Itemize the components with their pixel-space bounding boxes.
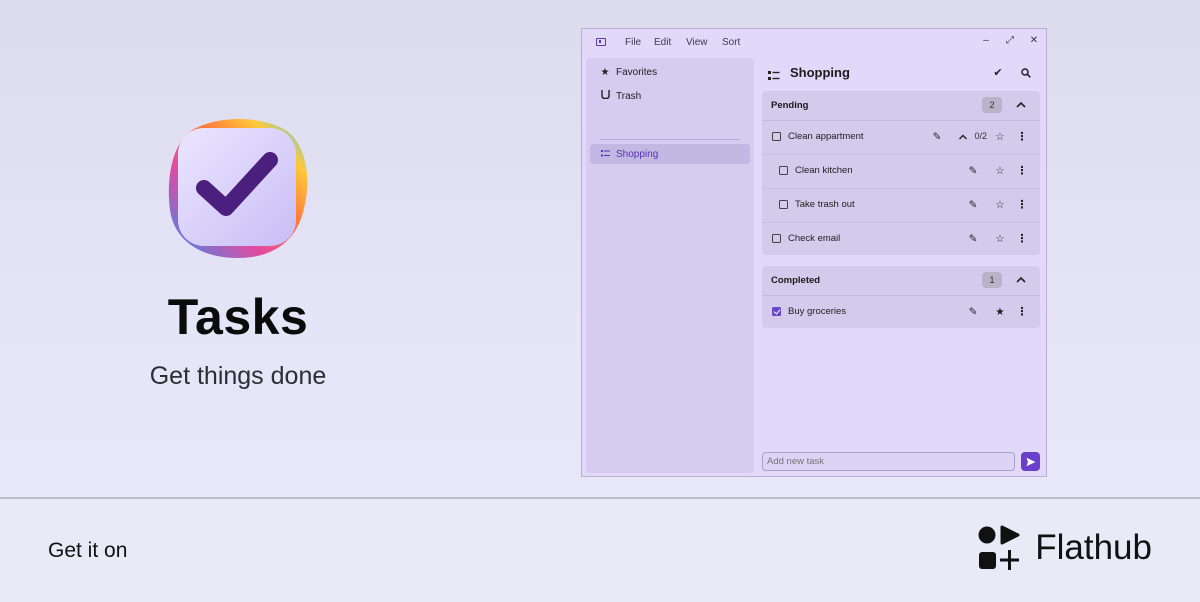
page-title: Shopping	[790, 65, 850, 80]
pending-group: Pending 2 Clean appartment ✎ 0/2 ☆ ⋮ Cle…	[762, 91, 1040, 255]
collapse-button[interactable]	[1012, 95, 1030, 115]
main-content: Shopping ✔ Pending 2 Clean appartment ✎	[760, 58, 1044, 473]
menu-edit[interactable]: Edit	[654, 37, 671, 48]
kebab-menu-icon: ⋮	[1016, 131, 1028, 143]
count-badge: 2	[982, 97, 1002, 113]
maximize-button[interactable]: ⤢	[1003, 35, 1017, 46]
sidebar-divider	[600, 139, 740, 140]
app-name: Tasks	[167, 289, 309, 345]
select-tasks-button[interactable]: ✔	[990, 65, 1006, 81]
favorite-button[interactable]: ☆	[993, 232, 1007, 246]
kebab-menu-icon: ⋮	[1016, 165, 1028, 177]
menu-sort[interactable]: Sort	[722, 37, 740, 48]
task-label: Check email	[788, 233, 841, 244]
star-outline-icon: ☆	[995, 199, 1005, 211]
minimize-button[interactable]: –	[979, 35, 993, 46]
group-title: Pending	[771, 100, 809, 111]
list-icon	[596, 149, 614, 160]
more-options-button[interactable]: ⋮	[1015, 198, 1029, 212]
task-label: Clean appartment	[788, 131, 864, 142]
app-tagline: Get things done	[149, 362, 327, 390]
star-outline-icon: ☆	[995, 165, 1005, 177]
task-label: Clean kitchen	[795, 165, 853, 176]
sidebar-toggle-icon[interactable]	[596, 38, 606, 46]
collapse-button[interactable]	[1012, 270, 1030, 290]
edit-button[interactable]: ✎	[966, 164, 980, 178]
checkmark-icon: ✔	[993, 67, 1003, 79]
chevron-up-icon	[1016, 276, 1026, 283]
more-options-button[interactable]: ⋮	[1015, 232, 1029, 246]
send-icon	[1026, 457, 1035, 466]
pencil-icon: ✎	[968, 306, 978, 318]
pencil-icon: ✎	[968, 233, 978, 245]
trash-icon	[596, 90, 614, 102]
list-icon	[768, 68, 780, 86]
task-row[interactable]: Clean appartment ✎ 0/2 ☆ ⋮	[762, 121, 1040, 155]
task-label: Buy groceries	[788, 306, 847, 317]
star-outline-icon: ☆	[995, 131, 1005, 143]
chevron-up-icon	[959, 134, 967, 140]
group-header: Pending 2	[762, 91, 1040, 121]
favorite-button[interactable]: ☆	[993, 164, 1007, 178]
subtask-row[interactable]: Clean kitchen ✎ ☆ ⋮	[762, 155, 1040, 189]
kebab-menu-icon: ⋮	[1016, 199, 1028, 211]
sidebar-item-trash[interactable]: Trash	[590, 86, 750, 106]
favorite-button[interactable]: ☆	[993, 198, 1007, 212]
completed-group: Completed 1 Buy groceries ✎ ★ ⋮	[762, 266, 1040, 328]
task-checkbox[interactable]	[779, 200, 788, 209]
app-window: File Edit View Sort – ⤢ ✕ ★ Favorites Tr…	[581, 28, 1047, 477]
search-button[interactable]	[1018, 65, 1034, 81]
more-options-button[interactable]: ⋮	[1015, 305, 1029, 319]
edit-button[interactable]: ✎	[966, 232, 980, 246]
sidebar-item-label: Shopping	[616, 148, 659, 160]
sidebar-item-shopping[interactable]: Shopping	[590, 144, 750, 164]
store-banner: Get it on Flathub	[0, 497, 1200, 602]
edit-button[interactable]: ✎	[966, 198, 980, 212]
group-title: Completed	[771, 275, 821, 286]
sidebar: ★ Favorites Trash Shopping	[586, 58, 754, 473]
pencil-icon: ✎	[968, 165, 978, 177]
new-task-input[interactable]	[762, 452, 1015, 471]
task-checkbox[interactable]	[772, 234, 781, 243]
task-checkbox[interactable]	[772, 307, 781, 316]
chevron-up-icon	[1016, 101, 1026, 108]
flathub-logo-icon	[978, 525, 1020, 570]
task-checkbox[interactable]	[772, 132, 781, 141]
task-checkbox[interactable]	[779, 166, 788, 175]
favorite-button[interactable]: ☆	[993, 130, 1007, 144]
task-label: Take trash out	[795, 199, 855, 210]
pencil-icon: ✎	[932, 131, 942, 143]
sidebar-item-label: Trash	[616, 90, 642, 102]
edit-button[interactable]: ✎	[966, 305, 980, 319]
star-outline-icon: ☆	[995, 233, 1005, 245]
pencil-icon: ✎	[968, 199, 978, 211]
star-filled-icon: ★	[995, 306, 1005, 318]
edit-button[interactable]: ✎	[930, 130, 944, 144]
sidebar-item-favorites[interactable]: ★ Favorites	[590, 62, 750, 82]
star-icon: ★	[600, 66, 610, 78]
search-icon	[1021, 68, 1031, 78]
get-it-on-label: Get it on	[48, 539, 128, 562]
more-options-button[interactable]: ⋮	[1015, 130, 1029, 144]
expand-subtasks-button[interactable]	[956, 130, 970, 144]
menu-view[interactable]: View	[686, 37, 708, 48]
app-logo-icon	[166, 118, 310, 262]
subtask-count: 0/2	[974, 131, 987, 141]
titlebar: File Edit View Sort – ⤢ ✕	[582, 29, 1046, 57]
menu-file[interactable]: File	[625, 37, 641, 48]
favorite-button[interactable]: ★	[993, 305, 1007, 319]
store-name: Flathub	[1035, 528, 1152, 567]
more-options-button[interactable]: ⋮	[1015, 164, 1029, 178]
add-task-button[interactable]	[1021, 452, 1040, 471]
task-row[interactable]: Check email ✎ ☆ ⋮	[762, 223, 1040, 255]
count-badge: 1	[982, 272, 1002, 288]
flathub-badge[interactable]: Flathub	[977, 525, 1152, 571]
kebab-menu-icon: ⋮	[1016, 233, 1028, 245]
subtask-row[interactable]: Take trash out ✎ ☆ ⋮	[762, 189, 1040, 223]
kebab-menu-icon: ⋮	[1016, 306, 1028, 318]
close-button[interactable]: ✕	[1027, 35, 1041, 46]
group-header: Completed 1	[762, 266, 1040, 296]
sidebar-item-label: Favorites	[616, 66, 658, 78]
task-row[interactable]: Buy groceries ✎ ★ ⋮	[762, 296, 1040, 328]
